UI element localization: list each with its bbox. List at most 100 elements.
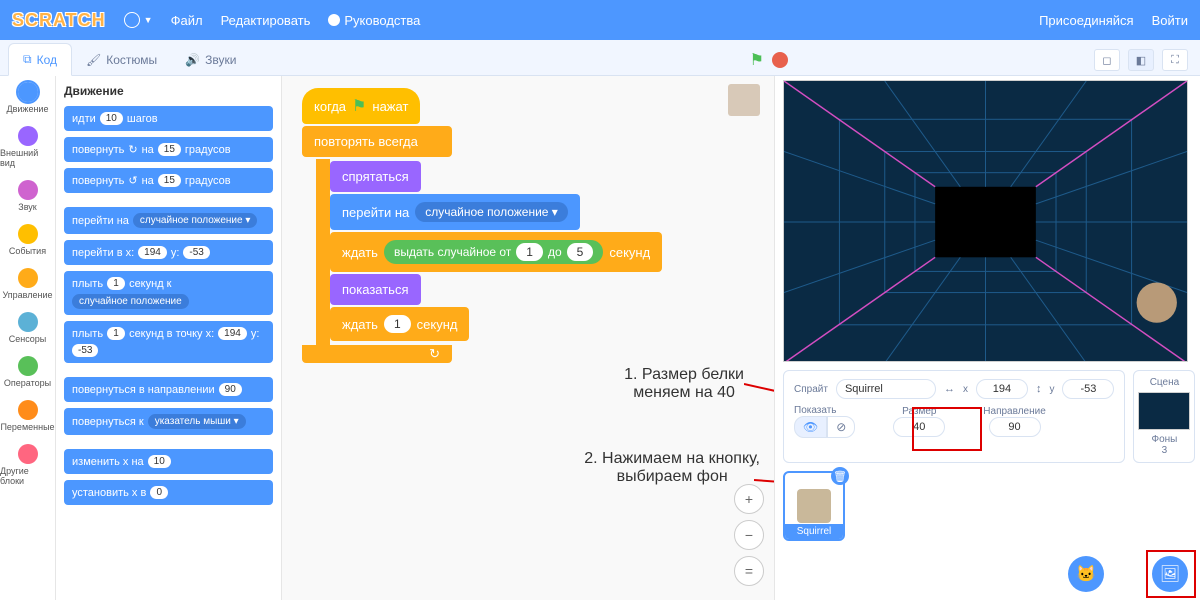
category-label: Звук xyxy=(18,202,36,212)
block-goto-xy[interactable]: перейти в x:194y:-53 xyxy=(64,240,273,265)
block-move-steps[interactable]: идти10шагов xyxy=(64,106,273,131)
tab-costumes[interactable]: 🖌 Костюмы xyxy=(72,45,171,75)
signin-link[interactable]: Войти xyxy=(1152,13,1188,28)
sprite-info-box: Спрайт ↔x ↕y Показать 👁 ⊘ xyxy=(783,370,1125,463)
globe-icon xyxy=(124,12,140,28)
block-set-x[interactable]: установить x в0 xyxy=(64,480,273,505)
block-forever-top[interactable]: повторять всегда xyxy=(302,126,452,157)
add-sprite-button[interactable]: 🐱 xyxy=(1068,556,1104,592)
category-label: Внешний вид xyxy=(0,148,55,168)
green-flag-button[interactable]: ⚑ xyxy=(750,50,764,70)
zoom-reset-button[interactable]: = xyxy=(734,556,764,586)
category-column: Движение Внешний вид Звук События Управление… xyxy=(0,76,56,600)
fullscreen-button[interactable]: ⛶ xyxy=(1162,49,1188,71)
tab-code[interactable]: ⧉ Код xyxy=(8,43,72,76)
direction-input[interactable] xyxy=(989,417,1041,437)
category-События[interactable]: События xyxy=(0,218,55,262)
file-menu[interactable]: Файл xyxy=(171,13,203,28)
category-dot-icon xyxy=(18,444,38,464)
zoom-out-button[interactable]: − xyxy=(734,520,764,550)
code-icon: ⧉ xyxy=(23,52,32,67)
y-input[interactable] xyxy=(1062,379,1114,399)
category-Другие блоки[interactable]: Другие блоки xyxy=(0,438,55,492)
sprite-list: 🗑 Squirrel 🐱 🖼 xyxy=(775,471,1200,600)
category-Управление[interactable]: Управление xyxy=(0,262,55,306)
zoom-controls: + − = xyxy=(734,484,764,586)
block-wait-random[interactable]: ждать выдать случайное от1до5 секунд xyxy=(330,232,662,272)
tab-sounds[interactable]: 🔊Звуки xyxy=(171,45,250,75)
tab-costumes-label: Костюмы xyxy=(106,53,157,67)
block-random[interactable]: выдать случайное от1до5 xyxy=(384,240,603,264)
stage-selector[interactable]: Сцена Фоны 3 xyxy=(1133,370,1195,463)
delete-sprite-button[interactable]: 🗑 xyxy=(831,467,849,485)
x-input[interactable] xyxy=(976,379,1028,399)
block-goto-random-ws[interactable]: перейти наслучайное положение ▾ xyxy=(330,194,580,230)
block-change-x[interactable]: изменить x на10 xyxy=(64,449,273,474)
category-Внешний вид[interactable]: Внешний вид xyxy=(0,120,55,174)
show-button[interactable]: 👁 xyxy=(794,416,827,438)
join-link[interactable]: Присоединяйся xyxy=(1039,13,1134,28)
category-dot-icon xyxy=(18,400,38,420)
hide-button[interactable]: ⊘ xyxy=(827,416,855,438)
script-workspace[interactable]: ⇄ когда⚑нажат повторять всегда спрятатьс… xyxy=(282,76,774,600)
zoom-in-button[interactable]: + xyxy=(734,484,764,514)
sprite-name-input[interactable] xyxy=(836,379,936,399)
stage-panel: Спрайт ↔x ↕y Показать 👁 ⊘ xyxy=(774,76,1200,600)
backdrop-thumbnail xyxy=(1138,392,1190,430)
category-Операторы[interactable]: Операторы xyxy=(0,350,55,394)
edit-menu[interactable]: Редактировать xyxy=(221,13,311,28)
large-stage-button[interactable]: ◧ xyxy=(1128,49,1154,71)
tab-code-label: Код xyxy=(37,53,57,67)
block-point-direction[interactable]: повернуться в направлении90 xyxy=(64,377,273,402)
stage-backdrop xyxy=(784,81,1187,362)
block-turn-left[interactable]: повернуть↺на15градусов xyxy=(64,168,273,193)
category-dot-icon xyxy=(18,268,38,288)
small-stage-button[interactable]: ◻ xyxy=(1094,49,1120,71)
scratch-logo[interactable]: SCRATCH xyxy=(12,10,106,31)
size-input[interactable] xyxy=(893,417,945,437)
category-dot-icon xyxy=(18,312,38,332)
x-label: x xyxy=(963,384,968,395)
y-label: y xyxy=(1049,384,1054,395)
block-glide-xy[interactable]: плыть1секунд в точку x:194y:-53 xyxy=(64,321,273,363)
block-forever-bottom[interactable]: ↻ xyxy=(302,345,452,363)
block-hide[interactable]: спрятаться xyxy=(330,161,421,192)
block-turn-right[interactable]: повернуть↻на15градусов xyxy=(64,137,273,162)
sound-icon: 🔊 xyxy=(185,53,200,67)
category-Звук[interactable]: Звук xyxy=(0,174,55,218)
size-label: Размер xyxy=(893,406,945,417)
blocks-palette: Движение идти10шагов повернуть↻на15граду… xyxy=(56,76,282,600)
block-show[interactable]: показаться xyxy=(330,274,421,305)
sprite-thumb-icon xyxy=(797,489,831,523)
category-label: Операторы xyxy=(4,378,51,388)
category-label: Переменные xyxy=(0,422,54,432)
chevron-down-icon: ▼ xyxy=(144,15,153,25)
lightbulb-icon xyxy=(328,14,340,26)
block-point-towards[interactable]: повернуться куказатель мыши ▾ xyxy=(64,408,273,435)
brush-icon: 🖌 xyxy=(86,53,101,67)
block-glide-random[interactable]: плыть1секунд кслучайное положение xyxy=(64,271,273,315)
category-dot-icon xyxy=(18,82,38,102)
stage[interactable] xyxy=(783,80,1188,362)
stop-button[interactable] xyxy=(772,52,788,68)
annotation-arrow-1 xyxy=(744,374,774,434)
tutorials-menu[interactable]: Руководства xyxy=(328,13,420,28)
scene-label: Сцена xyxy=(1150,377,1179,388)
category-Сенсоры[interactable]: Сенсоры xyxy=(0,306,55,350)
language-menu[interactable]: ▼ xyxy=(124,12,153,28)
sprite-card-squirrel[interactable]: 🗑 Squirrel xyxy=(783,471,845,541)
block-wait[interactable]: ждать1секунд xyxy=(330,307,469,341)
category-label: Движение xyxy=(7,104,49,114)
green-flag-icon: ⚑ xyxy=(352,96,366,116)
category-label: События xyxy=(9,246,46,256)
editor-tabs: ⧉ Код 🖌 Костюмы 🔊Звуки ⚑ ◻ ◧ ⛶ xyxy=(0,40,1200,76)
block-when-flag-clicked[interactable]: когда⚑нажат xyxy=(302,88,420,124)
palette-heading: Движение xyxy=(64,84,273,98)
backdrops-count: 3 xyxy=(1162,445,1168,456)
tutorials-label: Руководства xyxy=(344,13,420,28)
category-Переменные[interactable]: Переменные xyxy=(0,394,55,438)
add-backdrop-button[interactable]: 🖼 xyxy=(1152,556,1188,592)
block-goto-random[interactable]: перейти наслучайное положение ▾ xyxy=(64,207,273,234)
category-dot-icon xyxy=(18,126,38,146)
category-Движение[interactable]: Движение xyxy=(0,76,55,120)
